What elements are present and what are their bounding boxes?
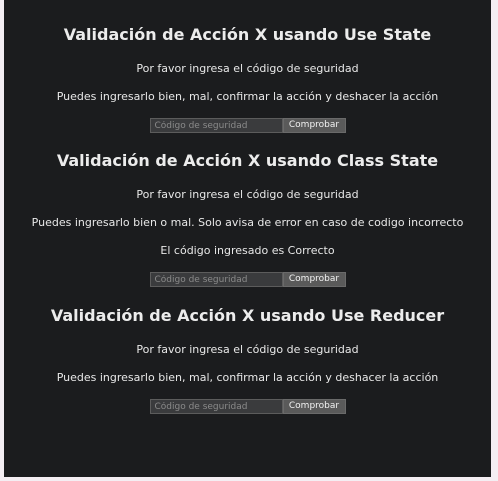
use-state-code-input[interactable] (149, 118, 283, 133)
class-state-status: El código ingresado es Correcto (160, 244, 335, 257)
class-state-check-button[interactable]: Comprobar (282, 272, 346, 287)
use-reducer-section: Validación de Acción X usando Use Reduce… (4, 306, 491, 414)
class-state-description: Puedes ingresarlo bien o mal. Solo avisa… (31, 216, 464, 229)
use-state-check-button[interactable]: Comprobar (282, 118, 346, 133)
use-state-title: Validación de Acción X usando Use State (63, 25, 432, 44)
use-reducer-form: Comprobar (149, 399, 346, 414)
use-state-description: Puedes ingresarlo bien, mal, confirmar l… (56, 90, 439, 103)
use-state-prompt: Por favor ingresa el código de seguridad (136, 62, 359, 75)
class-state-form: Comprobar (149, 272, 346, 287)
class-state-code-input[interactable] (149, 272, 283, 287)
app-panel: Validación de Acción X usando Use State … (4, 0, 491, 477)
class-state-section: Validación de Acción X usando Class Stat… (4, 151, 491, 287)
use-reducer-check-button[interactable]: Comprobar (282, 399, 346, 414)
use-state-section: Validación de Acción X usando Use State … (4, 25, 491, 133)
use-reducer-prompt: Por favor ingresa el código de seguridad (136, 343, 359, 356)
class-state-title: Validación de Acción X usando Class Stat… (56, 151, 439, 170)
class-state-prompt: Por favor ingresa el código de seguridad (136, 188, 359, 201)
use-state-form: Comprobar (149, 118, 346, 133)
use-reducer-description: Puedes ingresarlo bien, mal, confirmar l… (56, 371, 439, 384)
use-reducer-code-input[interactable] (149, 399, 283, 414)
use-reducer-title: Validación de Acción X usando Use Reduce… (50, 306, 445, 325)
